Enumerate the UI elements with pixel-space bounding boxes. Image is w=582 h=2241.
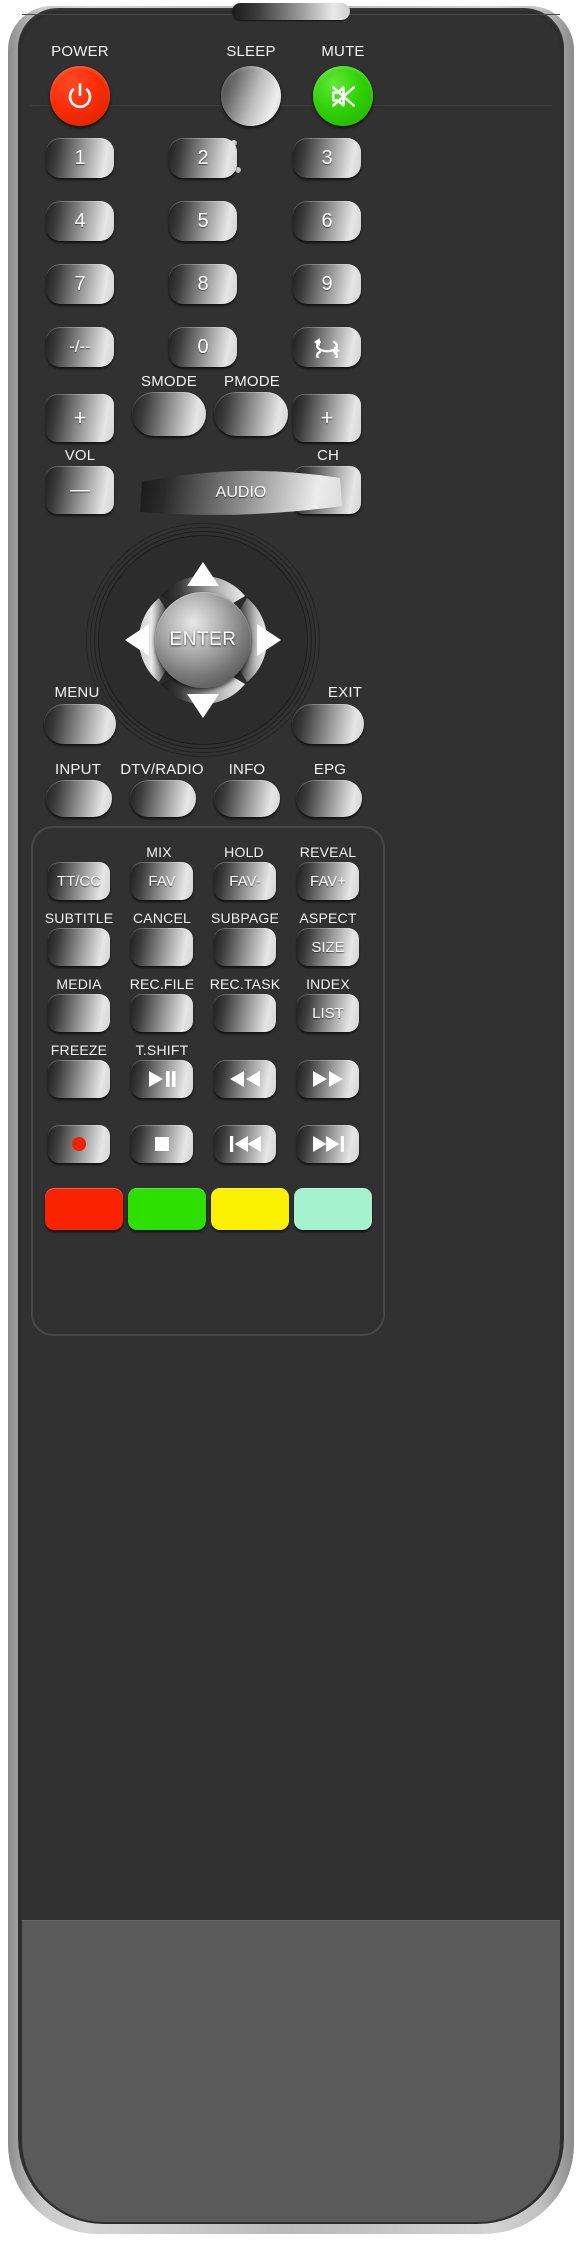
audio-button[interactable]: AUDIO bbox=[134, 462, 348, 520]
tshift-label: T.SHIFT bbox=[135, 1042, 189, 1058]
key-6[interactable]: 6 bbox=[293, 201, 361, 241]
smode-button[interactable] bbox=[132, 392, 206, 436]
audio-label: AUDIO bbox=[215, 484, 267, 501]
record-icon bbox=[72, 1137, 86, 1151]
exit-label: EXIT bbox=[327, 684, 363, 701]
play-pause-button[interactable] bbox=[131, 1060, 193, 1098]
fast-forward-button[interactable] bbox=[297, 1060, 359, 1098]
menu-label: MENU bbox=[54, 684, 100, 701]
info-label: INFO bbox=[228, 761, 266, 778]
volume-down-button[interactable]: — bbox=[46, 466, 114, 514]
mute-speaker-icon bbox=[331, 85, 355, 107]
fast-forward-icon bbox=[313, 1071, 343, 1087]
key-0[interactable]: 0 bbox=[169, 327, 237, 367]
subtitle-button[interactable] bbox=[48, 928, 110, 966]
aspect-label: ASPECT bbox=[299, 910, 357, 926]
rec-file-button[interactable] bbox=[131, 994, 193, 1032]
key-4[interactable]: 4 bbox=[46, 201, 114, 241]
yellow-key[interactable] bbox=[211, 1188, 289, 1230]
media-label: MEDIA bbox=[56, 976, 102, 992]
epg-label: EPG bbox=[313, 761, 347, 778]
green-key[interactable] bbox=[128, 1188, 206, 1230]
stop-icon bbox=[155, 1137, 169, 1151]
freeze-button[interactable] bbox=[48, 1060, 110, 1098]
stop-button[interactable] bbox=[131, 1125, 193, 1163]
mix-label: MIX bbox=[146, 844, 172, 860]
battery-compartment-door bbox=[22, 1920, 560, 2222]
hold-label: HOLD bbox=[224, 844, 264, 860]
ttcc-button[interactable]: TT/CC bbox=[48, 862, 110, 900]
info-button[interactable] bbox=[214, 780, 280, 817]
previous-track-button[interactable] bbox=[214, 1125, 276, 1163]
subpage-label: SUBPAGE bbox=[210, 910, 280, 926]
key-2[interactable]: 2 bbox=[169, 138, 237, 178]
swap-return-icon bbox=[313, 338, 341, 358]
power-label: POWER bbox=[51, 43, 109, 60]
dtv-radio-label: DTV/RADIO bbox=[120, 761, 204, 778]
power-button[interactable] bbox=[50, 66, 110, 126]
fav-minus-button[interactable]: FAV- bbox=[214, 862, 276, 900]
epg-button[interactable] bbox=[296, 780, 362, 817]
volume-up-button[interactable]: + bbox=[46, 394, 114, 442]
subtitle-label: SUBTITLE bbox=[44, 910, 114, 926]
pmode-label: PMODE bbox=[223, 373, 280, 390]
subpage-button[interactable] bbox=[214, 928, 276, 966]
aspect-size-button[interactable]: SIZE bbox=[297, 928, 359, 966]
remote-control-screenshot: POWER SLEEP MUTE 1 2 3 4 5 6 7 8 9 -/-- … bbox=[0, 0, 582, 2241]
vol-label: VOL bbox=[64, 447, 96, 464]
exit-button[interactable] bbox=[292, 704, 364, 744]
fav-button[interactable]: FAV bbox=[131, 862, 193, 900]
key-5[interactable]: 5 bbox=[169, 201, 237, 241]
key-9[interactable]: 9 bbox=[293, 264, 361, 304]
menu-button[interactable] bbox=[44, 704, 116, 744]
ir-emitter-window bbox=[232, 3, 350, 20]
media-button[interactable] bbox=[48, 994, 110, 1032]
cyan-key[interactable] bbox=[294, 1188, 372, 1230]
key-8[interactable]: 8 bbox=[169, 264, 237, 304]
rewind-icon bbox=[230, 1071, 260, 1087]
ch-label: CH bbox=[316, 447, 340, 464]
rec-task-button[interactable] bbox=[214, 994, 276, 1032]
key-3[interactable]: 3 bbox=[293, 138, 361, 178]
mute-button[interactable] bbox=[313, 66, 373, 126]
freeze-label: FREEZE bbox=[50, 1042, 108, 1058]
mute-label: MUTE bbox=[321, 43, 365, 60]
red-key[interactable] bbox=[45, 1188, 123, 1230]
index-list-button[interactable]: LIST bbox=[297, 994, 359, 1032]
cancel-label: CANCEL bbox=[133, 910, 191, 926]
next-track-icon bbox=[313, 1136, 344, 1152]
enter-button[interactable]: ENTER bbox=[155, 592, 251, 688]
key-swap-return[interactable] bbox=[293, 327, 361, 367]
reveal-label: REVEAL bbox=[299, 844, 357, 860]
rec-task-label: REC.TASK bbox=[209, 976, 281, 992]
next-track-button[interactable] bbox=[297, 1125, 359, 1163]
key-7[interactable]: 7 bbox=[46, 264, 114, 304]
index-label: INDEX bbox=[306, 976, 350, 992]
fav-plus-button[interactable]: FAV+ bbox=[297, 862, 359, 900]
power-icon bbox=[68, 82, 92, 108]
key-minus-dash[interactable]: -/-- bbox=[46, 327, 114, 367]
channel-up-button[interactable]: + bbox=[293, 394, 361, 442]
dtv-radio-button[interactable] bbox=[130, 780, 196, 817]
play-pause-icon bbox=[149, 1071, 176, 1087]
input-button[interactable] bbox=[46, 780, 112, 817]
pmode-button[interactable] bbox=[214, 392, 288, 436]
record-button[interactable] bbox=[48, 1125, 110, 1163]
sleep-button[interactable] bbox=[221, 66, 281, 126]
key-1[interactable]: 1 bbox=[46, 138, 114, 178]
rec-file-label: REC.FILE bbox=[129, 976, 195, 992]
previous-track-icon bbox=[230, 1136, 261, 1152]
navigation-dpad: ENTER bbox=[99, 536, 307, 744]
cancel-button[interactable] bbox=[131, 928, 193, 966]
rewind-button[interactable] bbox=[214, 1060, 276, 1098]
